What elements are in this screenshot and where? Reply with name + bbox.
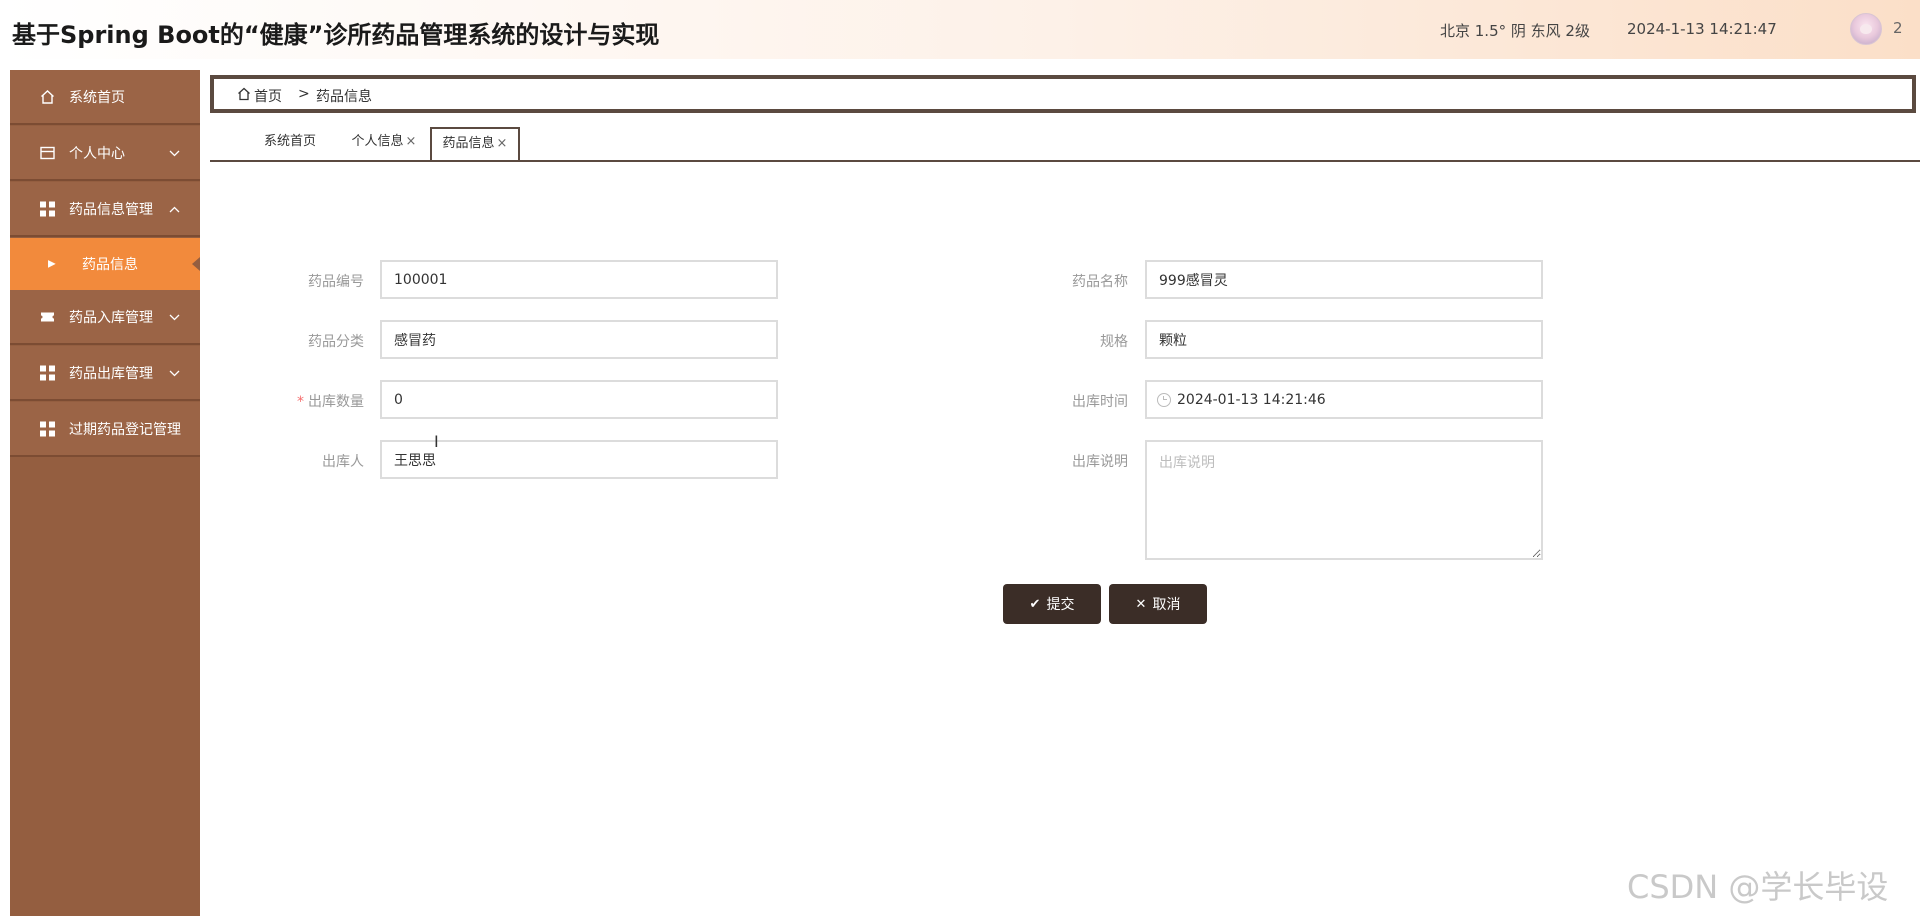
sidebar-item-label: 个人中心 [69,145,125,162]
drug-category-label: 药品分类 [308,334,364,350]
chevron-up-icon [169,202,180,216]
grid-icon [40,201,55,216]
tab-drug-info[interactable]: 药品信息 × [430,127,520,160]
home-icon[interactable] [237,86,251,101]
submit-button-label: 提交 [1046,597,1075,613]
cancel-button[interactable]: ✕ 取消 [1109,584,1207,624]
sidebar: 系统首页 个人中心 药品信息管理 ▶ 药品信息 药品入库管理 药品出库管理 过期… [10,70,200,916]
drug-name-label: 药品名称 [1072,274,1128,290]
required-mark: * [297,394,304,410]
home-icon [40,89,55,104]
tab-label: 个人信息 [351,134,404,149]
sidebar-subitem-drug-info[interactable]: ▶ 药品信息 [10,238,200,290]
top-header: 基于Spring Boot的“健康”诊所药品管理系统的设计与实现 北京 1.5°… [0,0,1920,59]
tab-personal-info[interactable]: 个人信息 × [344,127,424,157]
breadcrumb: 首页 > 药品信息 [210,75,1916,113]
grid-icon [40,365,55,380]
breadcrumb-current: 药品信息 [316,89,372,105]
sidebar-item-stock-out[interactable]: 药品出库管理 [10,346,200,401]
check-icon: ✔ [1029,596,1041,612]
header-datetime: 2024-1-13 14:21:47 [1627,20,1777,38]
close-icon: ✕ [1135,596,1147,612]
chevron-down-icon [169,310,180,324]
ticket-icon [40,309,55,324]
sidebar-item-stock-in[interactable]: 药品入库管理 [10,290,200,345]
chevron-down-icon [169,366,180,380]
out-person-label: 出库人 [322,454,364,470]
active-pointer [192,257,200,271]
text-cursor-icon: I [434,432,439,451]
tab-bar: 系统首页 个人信息 × 药品信息 × [210,124,1920,162]
user-count: 2 [1893,19,1903,37]
user-avatar[interactable] [1850,13,1882,45]
sidebar-item-label: 过期药品登记管理 [69,421,181,438]
sidebar-item-home[interactable]: 系统首页 [10,70,200,125]
out-note-textarea[interactable] [1145,440,1543,560]
tab-label: 药品信息 [442,136,495,151]
close-icon[interactable]: × [497,136,508,151]
sidebar-item-drug-info-mgmt[interactable]: 药品信息管理 [10,182,200,237]
out-quantity-label-text: 出库数量 [308,394,364,410]
breadcrumb-separator: > [298,86,310,102]
drug-category-field[interactable] [380,320,778,359]
sidebar-item-label: 药品入库管理 [69,309,153,326]
sidebar-item-label: 系统首页 [69,89,125,106]
spec-field[interactable] [1145,320,1543,359]
chevron-down-icon [169,146,180,160]
drug-code-field[interactable] [380,260,778,299]
app-title: 基于Spring Boot的“健康”诊所药品管理系统的设计与实现 [12,21,660,49]
out-quantity-label: * 出库数量 [264,391,364,411]
card-icon [40,145,55,160]
sidebar-item-label: 药品出库管理 [69,365,153,382]
watermark: CSDN @学长毕设 [1627,868,1889,906]
weather-info: 北京 1.5° 阴 东风 2级 [1440,22,1590,40]
drug-code-label: 药品编号 [308,274,364,290]
sidebar-item-expired[interactable]: 过期药品登记管理 [10,402,200,457]
submit-button[interactable]: ✔ 提交 [1003,584,1101,624]
out-note-label: 出库说明 [1072,454,1128,470]
breadcrumb-home[interactable]: 首页 [254,86,282,106]
tab-label: 系统首页 [263,134,316,149]
sidebar-item-profile[interactable]: 个人中心 [10,126,200,181]
spec-label: 规格 [1100,334,1128,350]
drug-name-field[interactable] [1145,260,1543,299]
grid-icon [40,421,55,436]
sidebar-item-label: 药品信息管理 [69,201,153,218]
sidebar-subitem-label: 药品信息 [82,257,138,273]
close-icon[interactable]: × [406,134,417,149]
out-time-picker[interactable] [1145,380,1543,419]
out-time-label: 出库时间 [1072,394,1128,410]
caret-right-icon: ▶ [48,258,56,270]
clock-icon [1157,393,1171,407]
out-quantity-field[interactable] [380,380,778,419]
tab-home[interactable]: 系统首页 [250,127,330,157]
out-person-field[interactable] [380,440,778,479]
cancel-button-label: 取消 [1152,597,1181,613]
